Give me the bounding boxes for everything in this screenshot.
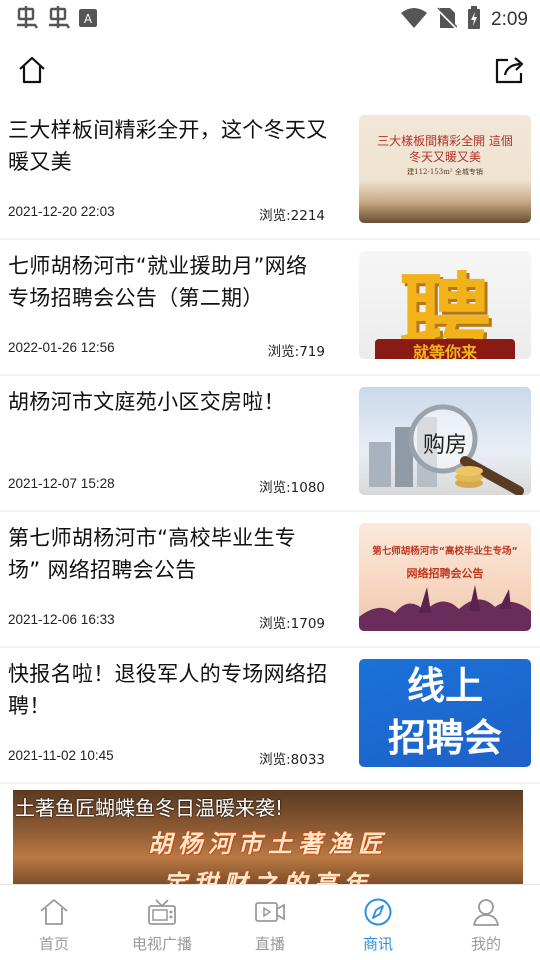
live-video-icon	[254, 897, 286, 927]
news-thumbnail: 聘 就等你来	[359, 251, 531, 359]
nav-item-business-news[interactable]: 商讯	[324, 885, 432, 960]
news-date: 2022-01-26 12:56	[8, 340, 115, 355]
news-views: 浏览:719	[267, 344, 325, 360]
news-date: 2021-12-20 22:03	[8, 204, 115, 219]
news-item[interactable]: 胡杨河市文庭苑小区交房啦！ 2021-12-07 15:28 浏览:1080 购…	[0, 376, 540, 512]
news-title: 胡杨河市文庭苑小区交房啦！	[8, 390, 285, 414]
news-list: 三大样板间精彩全开，这个冬天又暖又美 2021-12-20 22:03 浏览:2…	[0, 104, 540, 784]
thumb-subcaption: 网络招聘会公告	[406, 567, 484, 580]
thumb-subcaption: 就等你来	[375, 339, 515, 359]
nav-item-tv[interactable]: 电视广播	[108, 885, 216, 960]
home-button[interactable]	[12, 50, 52, 90]
thumb-caption: 线上	[406, 664, 483, 708]
banner-subtitle: 胡杨河市土著渔匠	[148, 829, 388, 858]
home-icon	[39, 897, 69, 927]
news-date: 2021-11-02 10:45	[8, 748, 114, 763]
nav-label: 电视广播	[131, 935, 192, 953]
news-title: 第七师胡杨河市“高校毕业生专场” 网络招聘会公告	[8, 526, 297, 582]
thumb-caption: 三大樣板間精彩全開 這個冬天又暖又美	[377, 134, 513, 164]
battery-charging-icon	[467, 6, 481, 34]
text-a-icon: A	[78, 8, 98, 32]
nav-item-home[interactable]: 首页	[0, 885, 108, 960]
news-item[interactable]: 三大样板间精彩全开，这个冬天又暖又美 2021-12-20 22:03 浏览:2…	[0, 104, 540, 240]
status-time: 2:09	[491, 9, 528, 30]
news-title: 七师胡杨河市“就业援助月”网络专场招聘会公告（第二期）	[8, 254, 308, 310]
banner-title: 土著鱼匠蝴蝶鱼冬日温暖来袭!	[15, 796, 284, 820]
nav-label: 首页	[38, 935, 69, 953]
status-bar: A 2:09	[0, 0, 540, 38]
svg-text:A: A	[84, 12, 93, 26]
app-notification-icon	[46, 6, 72, 34]
news-views: 浏览:1080	[259, 480, 325, 496]
tv-icon	[147, 897, 177, 927]
status-bar-left: A	[14, 6, 98, 34]
news-views: 浏览:8033	[259, 752, 325, 768]
thumb-caption: 第七师胡杨河市“高校毕业生专场”	[372, 546, 518, 557]
news-date: 2021-12-07 15:28	[8, 476, 115, 491]
news-views: 浏览:1709	[259, 616, 325, 632]
thumb-subcaption: 建112-153m² 全城专销	[407, 168, 483, 176]
news-item[interactable]: 第七师胡杨河市“高校毕业生专场” 网络招聘会公告 2021-12-06 16:3…	[0, 512, 540, 648]
thumb-caption: 购房	[422, 433, 467, 458]
banner-subtitle-2: 定甜财之的高年	[163, 869, 373, 886]
news-date: 2021-12-06 16:33	[8, 612, 115, 627]
nav-item-profile[interactable]: 我的	[432, 885, 540, 960]
user-icon	[471, 897, 501, 927]
news-thumbnail: 线上 招聘会	[359, 659, 531, 767]
status-bar-right: 2:09	[401, 6, 528, 34]
crowd-silhouette-illustration	[359, 585, 531, 631]
app-notification-icon	[14, 6, 40, 34]
thumb-subcaption: 招聘会	[387, 716, 502, 760]
promo-banner[interactable]: 土著鱼匠蝴蝶鱼冬日温暖来袭! 胡杨河市土著渔匠 定甜财之的高年	[13, 790, 523, 886]
no-sim-icon	[436, 7, 458, 33]
news-item[interactable]: 快报名啦！退役军人的专场网络招聘！ 2021-11-02 10:45 浏览:80…	[0, 648, 540, 784]
news-views: 浏览:2214	[259, 208, 325, 224]
news-thumbnail: 购房	[359, 387, 531, 495]
news-thumbnail: 第七师胡杨河市“高校毕业生专场” 网络招聘会公告	[359, 523, 531, 631]
wifi-icon	[401, 7, 428, 33]
news-item[interactable]: 七师胡杨河市“就业援助月”网络专场招聘会公告（第二期） 2022-01-26 1…	[0, 240, 540, 376]
compass-icon	[363, 897, 393, 927]
share-button[interactable]	[490, 50, 530, 90]
bottom-nav: 首页 电视广播 直播 商讯 我的	[0, 884, 540, 960]
nav-label: 直播	[254, 935, 285, 953]
nav-item-live[interactable]: 直播	[216, 885, 324, 960]
news-title: 三大样板间精彩全开，这个冬天又暖又美	[8, 118, 328, 174]
top-bar	[0, 40, 540, 100]
news-thumbnail: 三大樣板間精彩全開 這個冬天又暖又美 建112-153m² 全城专销	[359, 115, 531, 223]
news-title: 快报名啦！退役军人的专场网络招聘！	[8, 662, 328, 718]
share-icon	[495, 57, 524, 84]
nav-label: 商讯	[362, 935, 393, 953]
nav-label: 我的	[470, 935, 501, 953]
home-icon	[19, 56, 45, 84]
